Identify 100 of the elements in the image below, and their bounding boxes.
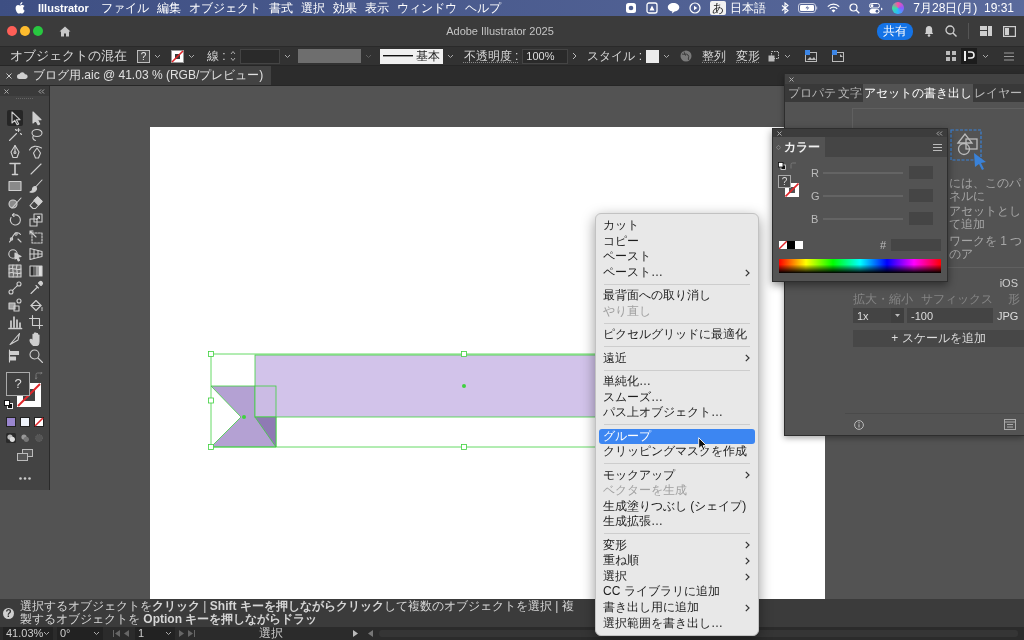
grid-icon[interactable] bbox=[946, 51, 956, 61]
chevron-right-icon[interactable] bbox=[572, 52, 578, 60]
default-colors-icon[interactable] bbox=[778, 162, 786, 170]
swatch-icon[interactable] bbox=[795, 241, 803, 249]
caret-icon[interactable] bbox=[982, 53, 989, 59]
spectrum-picker[interactable] bbox=[779, 259, 941, 273]
more-icon[interactable] bbox=[19, 476, 31, 480]
last-page-icon[interactable] bbox=[188, 630, 195, 637]
overlapping-squares-icon[interactable] bbox=[27, 212, 44, 228]
caret-icon[interactable] bbox=[784, 53, 791, 59]
bracket-tile-icon[interactable] bbox=[961, 48, 977, 64]
close-window-icon[interactable] bbox=[7, 26, 17, 36]
menu-item[interactable]: グループ bbox=[599, 428, 755, 445]
app-menu[interactable]: Illustrator bbox=[38, 0, 89, 16]
panel-toggle-icon[interactable] bbox=[1003, 25, 1016, 37]
perspective-grid-icon[interactable] bbox=[27, 246, 44, 262]
menu-item[interactable]: カット bbox=[599, 218, 755, 234]
menu-item[interactable]: コピー bbox=[599, 233, 755, 250]
menu-item[interactable]: 最背面への取り消し bbox=[599, 288, 755, 304]
menu-item[interactable]: 重ね順 bbox=[599, 553, 755, 569]
menu-item[interactable]: 遠近 bbox=[599, 350, 755, 367]
gradient-swatch-icon[interactable] bbox=[20, 416, 30, 427]
menu-item[interactable]: ファイル bbox=[100, 0, 149, 16]
caret-icon[interactable] bbox=[188, 53, 195, 59]
menu-item[interactable]: 編集 bbox=[156, 0, 181, 16]
close-icon[interactable] bbox=[777, 130, 782, 136]
stroke-swatch-icon[interactable] bbox=[171, 49, 184, 63]
selection-handle[interactable] bbox=[208, 444, 214, 450]
next-page-icon[interactable] bbox=[179, 630, 184, 637]
zoom-window-icon[interactable] bbox=[33, 26, 43, 36]
dotted-circle-icon[interactable] bbox=[34, 432, 44, 443]
search-icon[interactable] bbox=[849, 2, 861, 14]
align-link[interactable]: 整列 bbox=[702, 47, 726, 65]
workspace-layout-icon[interactable] bbox=[980, 26, 992, 36]
panel-tab[interactable]: カラー bbox=[773, 137, 825, 157]
eyedropper-icon[interactable] bbox=[27, 280, 44, 296]
panel-tab[interactable]: 文字 bbox=[837, 84, 863, 102]
menu-item[interactable]: オブジェクト bbox=[188, 0, 261, 16]
menu-item[interactable]: ペースト… bbox=[599, 264, 755, 281]
format-dropdown[interactable]: JPG bbox=[997, 309, 1019, 322]
play-circle-icon[interactable] bbox=[689, 2, 702, 14]
document-tab[interactable]: ブログ用.aic @ 41.03 % (RGB/プレビュー) bbox=[0, 66, 272, 85]
menu-item[interactable]: 効果 bbox=[332, 0, 357, 16]
caret-icon[interactable] bbox=[663, 53, 670, 59]
toggles-icon[interactable] bbox=[869, 2, 884, 14]
style-swatch-icon[interactable] bbox=[646, 49, 659, 63]
menu-item[interactable]: ウィンドウ bbox=[396, 0, 457, 16]
curve-pen-icon[interactable] bbox=[27, 144, 44, 160]
bluetooth-icon[interactable] bbox=[781, 2, 790, 14]
color-swatch-icon[interactable] bbox=[6, 416, 16, 427]
panel-tab[interactable]: プロパテ bbox=[787, 84, 837, 102]
magic-wand-icon[interactable] bbox=[6, 127, 23, 143]
swatch-icon[interactable] bbox=[787, 241, 795, 249]
stroke-weight-field[interactable] bbox=[239, 48, 280, 64]
close-icon[interactable] bbox=[789, 76, 794, 82]
minimize-window-icon[interactable] bbox=[20, 26, 30, 36]
pointer-icon[interactable] bbox=[6, 110, 23, 126]
first-page-icon[interactable] bbox=[113, 630, 120, 637]
default-colors-icon[interactable] bbox=[4, 399, 13, 409]
menu-item[interactable]: ピクセルグリッドに最適化 bbox=[599, 327, 755, 343]
zoom-icon[interactable] bbox=[27, 348, 44, 364]
fill-swatch[interactable]: ? bbox=[137, 49, 150, 63]
menu-bar-clock[interactable]: 7月28日(月) 19:31 bbox=[913, 0, 1014, 16]
crossed-circle-icon[interactable] bbox=[6, 195, 23, 211]
paintbrush-icon[interactable] bbox=[27, 178, 44, 194]
menu-item[interactable]: 生成塗りつぶし (シェイプ) bbox=[599, 498, 755, 515]
stroke-profile-dropdown[interactable]: 基本 bbox=[379, 48, 443, 64]
selection-handle[interactable] bbox=[208, 351, 214, 357]
selection-handle[interactable] bbox=[208, 397, 214, 404]
dashed-square-icon[interactable] bbox=[768, 50, 780, 62]
orb-icon[interactable] bbox=[892, 2, 905, 14]
overlapping-circles-icon[interactable] bbox=[6, 432, 16, 443]
caret-icon[interactable] bbox=[283, 53, 291, 59]
info-icon[interactable] bbox=[854, 419, 864, 430]
menu-item[interactable]: モックアップ bbox=[599, 467, 755, 484]
mesh-icon[interactable] bbox=[6, 263, 23, 279]
crop-icon[interactable] bbox=[27, 314, 44, 330]
input-mode-indicator[interactable]: あ bbox=[710, 1, 727, 15]
menu-item[interactable]: 生成拡張… bbox=[599, 514, 755, 530]
previous-page-icon[interactable] bbox=[124, 630, 129, 637]
globe-icon[interactable] bbox=[680, 50, 692, 62]
menu-item[interactable]: 選択範囲を書き出し… bbox=[599, 615, 755, 632]
circle-pointer-icon[interactable] bbox=[6, 246, 23, 262]
curve-pins-icon[interactable] bbox=[6, 229, 23, 245]
search-icon[interactable] bbox=[945, 25, 957, 37]
panel-list-icon[interactable] bbox=[1004, 419, 1016, 430]
menu-item[interactable]: 書き出し用に追加 bbox=[599, 600, 755, 616]
fill-swatch[interactable]: ? bbox=[778, 175, 791, 188]
rectangle-icon[interactable] bbox=[6, 178, 23, 194]
close-icon[interactable] bbox=[6, 72, 12, 79]
knife-icon[interactable] bbox=[6, 331, 23, 347]
opacity-field[interactable]: 100% bbox=[522, 48, 569, 64]
stacked-windows-icon[interactable] bbox=[17, 448, 33, 461]
reverse-icon[interactable] bbox=[368, 630, 373, 637]
fill-swatch[interactable]: ? bbox=[6, 371, 30, 396]
panel-tab[interactable]: アセットの書き出し bbox=[863, 84, 973, 102]
menu-icon[interactable] bbox=[933, 143, 942, 151]
type-tool-icon[interactable] bbox=[6, 161, 23, 177]
zoom-level-dropdown[interactable]: 41.03% bbox=[3, 627, 53, 640]
wifi-icon[interactable] bbox=[827, 3, 841, 13]
